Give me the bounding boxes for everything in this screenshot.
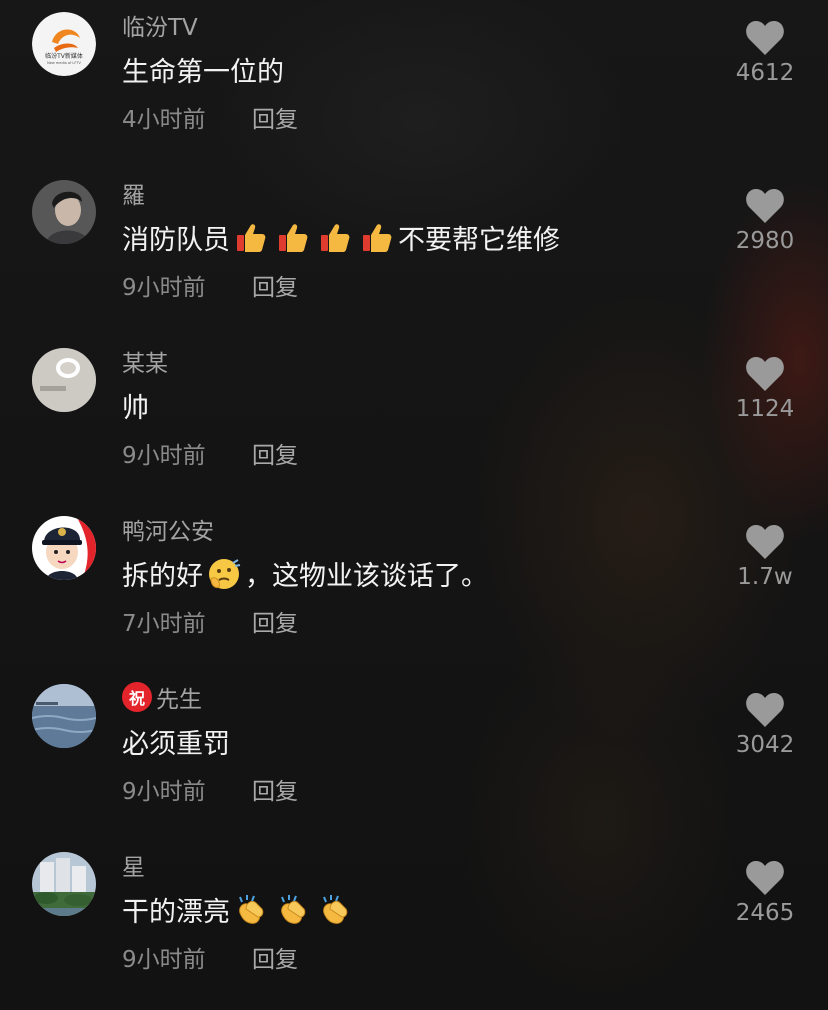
object-avatar-icon: [32, 348, 96, 412]
thumbs-up-icon: [318, 221, 352, 255]
heart-icon: [746, 525, 784, 559]
username[interactable]: 星: [122, 848, 145, 882]
thumbs-up-icon: [276, 221, 310, 255]
like-button[interactable]: 1.7w: [720, 524, 810, 590]
clapping-hands-icon: [234, 893, 268, 927]
comment-text-part: 拆的好: [122, 561, 203, 592]
avatar-logo-text: 临汾TV新媒体: [45, 52, 83, 60]
heart-icon: [746, 189, 784, 223]
water-landscape-avatar-icon: [32, 684, 96, 748]
thinking-face-icon: [207, 557, 241, 591]
timestamp: 9小时前: [122, 443, 206, 469]
comment-meta: 4小时前 回复: [122, 100, 298, 134]
like-button[interactable]: 2465: [720, 860, 810, 926]
like-count: 4612: [735, 60, 795, 86]
reply-button[interactable]: 回复: [252, 443, 298, 469]
heart-icon: [746, 21, 784, 55]
heart-icon: [746, 357, 784, 391]
comment-item: 祝先生 必须重罚 9小时前 回复 3042: [0, 672, 828, 840]
comment-text: 生命第一位的: [122, 57, 284, 88]
username[interactable]: 羅: [122, 176, 145, 210]
comment-item: 临汾TV新媒体 New media of LFTV 临汾TV 生命第一位的 4小…: [0, 0, 828, 168]
like-count: 1.7w: [737, 564, 793, 590]
like-count: 1124: [735, 396, 795, 422]
comment-item: 某某 帅 9小时前 回复 1124: [0, 336, 828, 504]
like-count: 2980: [735, 228, 795, 254]
like-button[interactable]: 1124: [720, 356, 810, 422]
buildings-avatar-icon: [32, 852, 96, 916]
avatar[interactable]: [32, 516, 96, 580]
avatar-logo-subtext: New media of LFTV: [47, 61, 81, 65]
timestamp: 9小时前: [122, 947, 206, 973]
like-count: 3042: [735, 732, 795, 758]
username[interactable]: 鸭河公安: [122, 512, 214, 546]
avatar[interactable]: [32, 180, 96, 244]
avatar[interactable]: [32, 852, 96, 916]
badge-icon: 祝: [122, 682, 152, 712]
comment-text-part: ，这物业该谈话了。: [245, 561, 488, 592]
reply-button[interactable]: 回复: [252, 275, 298, 301]
clapping-hands-icon: [318, 893, 352, 927]
comment-text: 干的漂亮: [122, 890, 356, 929]
like-button[interactable]: 2980: [720, 188, 810, 254]
comment-text: 消防队员 不要帮它维修: [122, 218, 560, 257]
reply-button[interactable]: 回复: [252, 107, 298, 133]
timestamp: 4小时前: [122, 107, 206, 133]
avatar[interactable]: [32, 348, 96, 412]
comment-text-part: 消防队员: [122, 225, 230, 256]
timestamp: 7小时前: [122, 611, 206, 637]
comment-meta: 7小时前 回复: [122, 604, 298, 638]
username[interactable]: 临汾TV: [122, 8, 198, 42]
clapping-hands-icon: [276, 893, 310, 927]
timestamp: 9小时前: [122, 275, 206, 301]
comment-meta: 9小时前 回复: [122, 436, 298, 470]
timestamp: 9小时前: [122, 779, 206, 805]
avatar[interactable]: 临汾TV新媒体 New media of LFTV: [32, 12, 96, 76]
reply-button[interactable]: 回复: [252, 947, 298, 973]
username-text: 先生: [156, 687, 202, 713]
logo-avatar-icon: 临汾TV新媒体 New media of LFTV: [32, 12, 96, 76]
comment-text: 拆的好 ，这物业该谈话了。: [122, 554, 488, 593]
comment-item: 羅 消防队员 不要帮它维修 9小时前 回复 2980: [0, 168, 828, 336]
comment-meta: 9小时前 回复: [122, 772, 298, 806]
like-count: 2465: [735, 900, 795, 926]
comment-meta: 9小时前 回复: [122, 268, 298, 302]
reply-button[interactable]: 回复: [252, 779, 298, 805]
heart-icon: [746, 861, 784, 895]
comment-item: 星 干的漂亮 9小时前 回复 2465: [0, 840, 828, 1008]
police-cartoon-avatar-icon: [32, 516, 96, 580]
reply-button[interactable]: 回复: [252, 611, 298, 637]
comment-text: 帅: [122, 393, 149, 424]
heart-icon: [746, 693, 784, 727]
comment-text-part: 干的漂亮: [122, 897, 230, 928]
thumbs-up-icon: [360, 221, 394, 255]
comment-text-part: 不要帮它维修: [398, 225, 560, 256]
comment-item: 鸭河公安 拆的好 ，这物业该谈话了。 7小时前 回复 1.7w: [0, 504, 828, 672]
like-button[interactable]: 3042: [720, 692, 810, 758]
thumbs-up-icon: [234, 221, 268, 255]
username[interactable]: 祝先生: [122, 680, 202, 714]
person-avatar-icon: [32, 180, 96, 244]
username[interactable]: 某某: [122, 344, 168, 378]
avatar[interactable]: [32, 684, 96, 748]
like-button[interactable]: 4612: [720, 20, 810, 86]
comment-meta: 9小时前 回复: [122, 940, 298, 974]
comment-text: 必须重罚: [122, 729, 230, 760]
